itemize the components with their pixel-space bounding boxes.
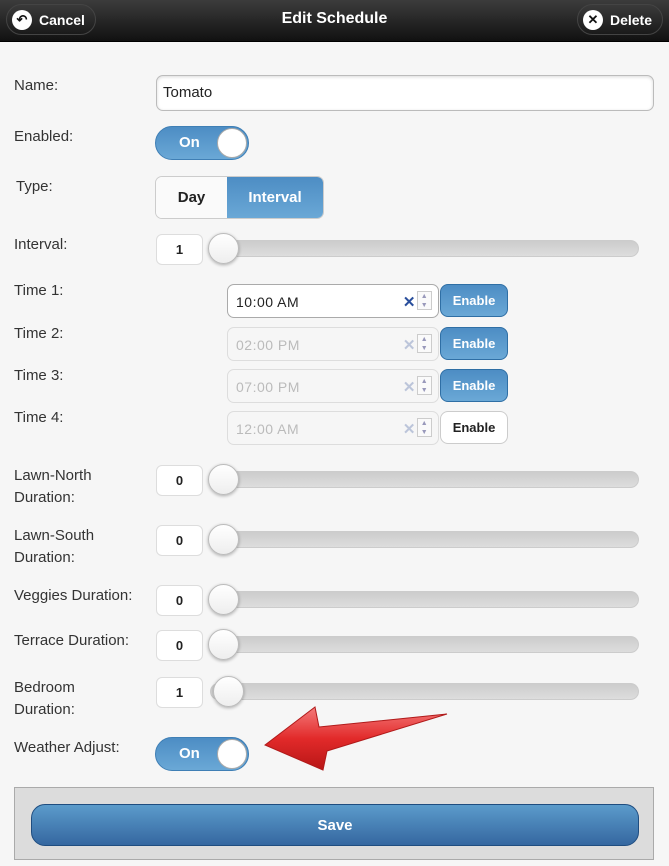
red-arrow-annotation [264, 706, 448, 771]
save-button[interactable]: Save [31, 804, 639, 846]
footer-bar: Save [14, 787, 654, 860]
